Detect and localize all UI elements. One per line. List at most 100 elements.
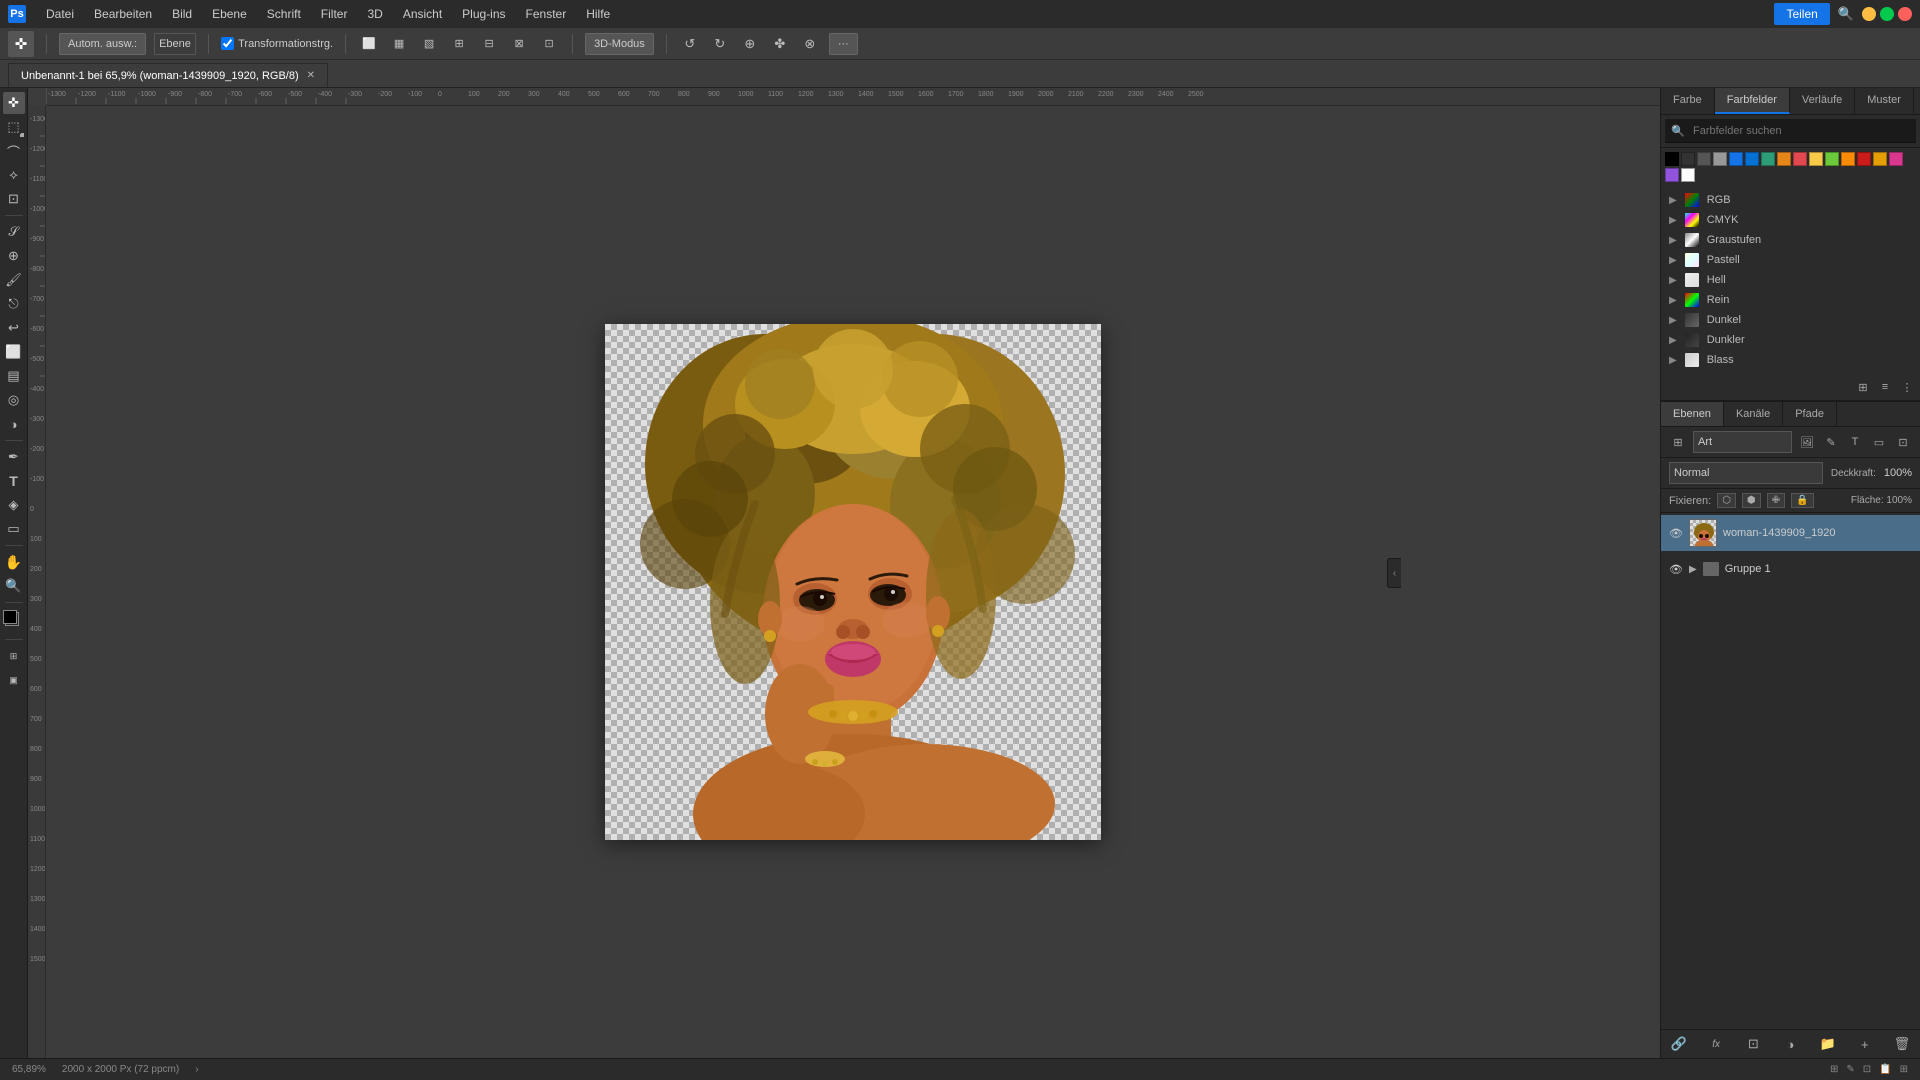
swatch-yellow[interactable]	[1809, 152, 1823, 166]
align-center-h-btn[interactable]: ▦	[388, 33, 410, 55]
align-center-v-btn[interactable]: ⊟	[478, 33, 500, 55]
tab-kanaele[interactable]: Kanäle	[1724, 402, 1783, 426]
swatch-blue2[interactable]	[1745, 152, 1759, 166]
menu-ebene[interactable]: Ebene	[204, 5, 255, 23]
text-tool[interactable]: T	[3, 470, 25, 492]
swatch-purple[interactable]	[1665, 168, 1679, 182]
align-top-btn[interactable]: ⊞	[448, 33, 470, 55]
options-btn[interactable]: ⋮	[1898, 378, 1916, 396]
eraser-tool[interactable]: ⬜	[3, 341, 25, 363]
filter-smart-btn[interactable]: ⊡	[1894, 433, 1912, 451]
extra2-btn[interactable]: ✤	[769, 33, 791, 55]
layer-filter-select[interactable]: Art	[1693, 431, 1792, 453]
more-btn[interactable]: ···	[829, 33, 858, 55]
filter-text-btn[interactable]: T	[1846, 433, 1864, 451]
doc-tab[interactable]: Unbenannt-1 bei 65,9% (woman-1439909_192…	[8, 63, 328, 87]
swatch-orange2[interactable]	[1841, 152, 1855, 166]
rotate2-btn[interactable]: ↻	[709, 33, 731, 55]
color-group-rein[interactable]: ▶ Rein	[1669, 290, 1912, 310]
list-view-btn[interactable]: ≡	[1876, 378, 1894, 396]
filter-toggle-btn[interactable]: ⊞	[1669, 433, 1687, 451]
swatch-orange[interactable]	[1777, 152, 1791, 166]
menu-bild[interactable]: Bild	[164, 5, 200, 23]
color-group-dunkler[interactable]: ▶ Dunkler	[1669, 330, 1912, 350]
layer-vis-group[interactable]: 👁	[1669, 562, 1683, 576]
group-expand-arrow[interactable]: ▶	[1689, 564, 1697, 575]
align-extra-btn[interactable]: ⊡	[538, 33, 560, 55]
menu-plugins[interactable]: Plug-ins	[454, 5, 513, 23]
move-tool-btn[interactable]: ✜	[8, 31, 34, 57]
tab-muster[interactable]: Muster	[1855, 88, 1914, 114]
crop-tool[interactable]: ⊡	[3, 188, 25, 210]
dodge-tool[interactable]: ◑	[3, 413, 25, 435]
gradient-tool[interactable]: ▤	[3, 365, 25, 387]
align-bottom-btn[interactable]: ⊠	[508, 33, 530, 55]
transformation-checkbox[interactable]	[221, 37, 234, 50]
fixieren-transparent-btn[interactable]: ⬡	[1717, 493, 1736, 508]
tab-close-btn[interactable]: ✕	[307, 70, 315, 81]
layer-fx-btn[interactable]: fx	[1706, 1034, 1726, 1054]
swatch-darkred[interactable]	[1857, 152, 1871, 166]
swatch-gold[interactable]	[1873, 152, 1887, 166]
swatch-gray[interactable]	[1713, 152, 1727, 166]
color-group-blass[interactable]: ▶ Blass	[1669, 350, 1912, 370]
layer-delete-btn[interactable]: 🗑	[1892, 1034, 1912, 1054]
filter-icon-btn[interactable]: 🖼	[1798, 433, 1816, 451]
tab-ebenen[interactable]: Ebenen	[1661, 402, 1724, 426]
filter-shape-btn[interactable]: ▭	[1870, 433, 1888, 451]
swatch-blue1[interactable]	[1729, 152, 1743, 166]
menu-3d[interactable]: 3D	[359, 5, 390, 23]
swatch-dark2[interactable]	[1697, 152, 1711, 166]
color-search-input[interactable]	[1665, 119, 1916, 143]
menu-hilfe[interactable]: Hilfe	[578, 5, 618, 23]
menu-bearbeiten[interactable]: Bearbeiten	[86, 5, 160, 23]
blend-mode-select[interactable]: Normal	[1669, 462, 1823, 484]
layer-group-btn[interactable]: 📁	[1818, 1034, 1838, 1054]
color-group-pastell[interactable]: ▶ Pastell	[1669, 250, 1912, 270]
status-icon-5[interactable]: ⊞	[1900, 1064, 1908, 1075]
swatch-dark1[interactable]	[1681, 152, 1695, 166]
color-group-dunkel[interactable]: ▶ Dunkel	[1669, 310, 1912, 330]
hand-tool[interactable]: ✋	[3, 551, 25, 573]
close-button[interactable]	[1898, 7, 1912, 21]
swatch-white[interactable]	[1681, 168, 1695, 182]
layer-link-btn[interactable]: 🔗	[1669, 1034, 1689, 1054]
menu-fenster[interactable]: Fenster	[518, 5, 575, 23]
rotate-btn[interactable]: ↺	[679, 33, 701, 55]
layer-vis-woman[interactable]: 👁	[1669, 526, 1683, 540]
transformation-checkbox-label[interactable]: Transformationstrg.	[221, 37, 333, 50]
search-icon[interactable]: 🔍	[1838, 6, 1854, 22]
tab-farbe[interactable]: Farbe	[1661, 88, 1715, 114]
color-group-rgb[interactable]: ▶ RGB	[1669, 190, 1912, 210]
maximize-button[interactable]	[1880, 7, 1894, 21]
heal-tool[interactable]: ⊕	[3, 245, 25, 267]
grid-view-btn[interactable]: ⊞	[1854, 378, 1872, 396]
eyedropper-tool[interactable]: 𝒮	[3, 221, 25, 243]
tab-farbfelder[interactable]: Farbfelder	[1715, 88, 1790, 114]
zoom-tool[interactable]: 🔍	[3, 575, 25, 597]
brush-tool[interactable]: 🖌	[3, 269, 25, 291]
quickselect-tool[interactable]: ⟡	[3, 164, 25, 186]
3d-mode-btn[interactable]: 3D-Modus	[585, 33, 654, 55]
layer-item-group[interactable]: 👁 ▶ Gruppe 1	[1661, 551, 1920, 587]
status-icon-1[interactable]: ⊞	[1830, 1064, 1838, 1075]
color-group-hell[interactable]: ▶ Hell	[1669, 270, 1912, 290]
fg-color-swatch[interactable]	[3, 610, 17, 624]
path-tool[interactable]: ◈	[3, 494, 25, 516]
status-arrow[interactable]: ›	[195, 1064, 198, 1075]
pen-tool[interactable]: ✒	[3, 446, 25, 468]
fixieren-pixel-btn[interactable]: ⬢	[1742, 493, 1761, 508]
minimize-button[interactable]	[1862, 7, 1876, 21]
marquee-tool[interactable]: ⬚	[3, 116, 25, 138]
swatch-red[interactable]	[1793, 152, 1807, 166]
swatch-pink[interactable]	[1889, 152, 1903, 166]
swatch-black[interactable]	[1665, 152, 1679, 166]
color-group-cmyk[interactable]: ▶ CMYK	[1669, 210, 1912, 230]
history-tool[interactable]: ↩	[3, 317, 25, 339]
ebene-select[interactable]: Ebene	[154, 33, 196, 55]
align-left-btn[interactable]: ⬜	[358, 33, 380, 55]
menu-filter[interactable]: Filter	[313, 5, 356, 23]
filter-adjust-btn[interactable]: ✎	[1822, 433, 1840, 451]
lasso-tool[interactable]: ⌒	[3, 140, 25, 162]
status-icon-2[interactable]: ✎	[1846, 1064, 1854, 1075]
